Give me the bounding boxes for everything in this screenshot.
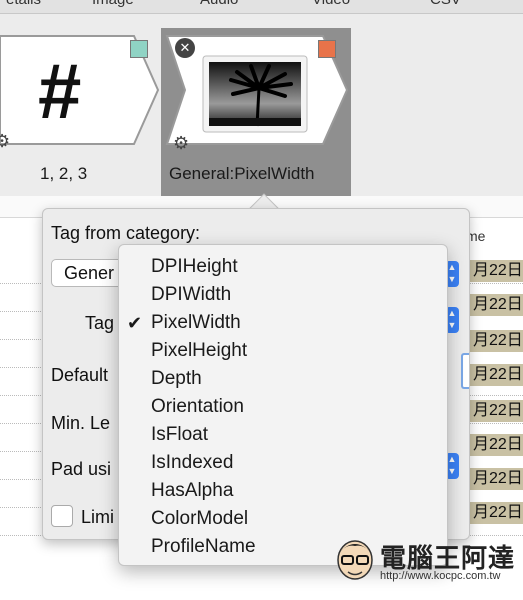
menu-item-label: Depth <box>151 368 202 389</box>
menu-item-label: ProfileName <box>151 536 256 557</box>
menu-item-pixelheight[interactable]: PixelHeight <box>119 337 447 365</box>
min-length-label: Min. Le <box>51 413 111 433</box>
color-chip[interactable] <box>318 40 336 58</box>
gear-icon[interactable]: ⚙ <box>0 132 10 150</box>
tag-dropdown-menu: DPIHeight DPIWidth ✔ PixelWidth PixelHeig… <box>118 244 448 566</box>
menu-item-label: DPIWidth <box>151 284 232 305</box>
menu-item-hasalpha[interactable]: HasAlpha <box>119 477 447 505</box>
menu-item-dpiwidth[interactable]: DPIWidth <box>119 281 447 309</box>
date-cell: 月22日 <box>470 364 523 386</box>
default-field[interactable] <box>461 353 469 389</box>
checkmark-icon: ✔ <box>127 313 143 333</box>
date-cell: 月22日 <box>470 260 523 282</box>
token-area: # ⚙ 1, 2, 3 ✕ ⚙ General:PixelWidth <box>0 14 523 204</box>
color-chip[interactable] <box>130 40 148 58</box>
menu-item-colormodel[interactable]: ColorModel <box>119 505 447 533</box>
menu-item-label: IsIndexed <box>151 452 234 473</box>
tag-label: Tag <box>85 313 115 333</box>
token-caption: General:PixelWidth <box>169 164 315 183</box>
tab-csv[interactable]: CSV <box>430 0 461 8</box>
date-cell: 月22日 <box>470 294 523 316</box>
limit-checkbox[interactable] <box>51 505 73 527</box>
menu-item-label: HasAlpha <box>151 480 234 501</box>
category-tab-strip: etails Image Audio Video CSV <box>0 0 523 14</box>
tab-video[interactable]: Video <box>312 0 350 8</box>
menu-item-isindexed[interactable]: IsIndexed <box>119 449 447 477</box>
tab-audio[interactable]: Audio <box>200 0 238 8</box>
close-icon[interactable]: ✕ <box>175 38 195 58</box>
tab-image[interactable]: Image <box>92 0 134 8</box>
date-cell: 月22日 <box>470 434 523 456</box>
date-cell: 月22日 <box>470 502 523 524</box>
default-label: Default <box>51 365 109 385</box>
menu-item-pixelwidth[interactable]: ✔ PixelWidth <box>119 309 447 337</box>
token-sequence[interactable]: # ⚙ 1, 2, 3 <box>0 14 160 196</box>
menu-item-label: ColorModel <box>151 508 249 529</box>
date-cell: 月22日 <box>470 400 523 422</box>
menu-item-depth[interactable]: Depth <box>119 365 447 393</box>
tab-details[interactable]: etails <box>6 0 41 8</box>
menu-item-label: DPIHeight <box>151 256 238 277</box>
watermark-url: http://www.kocpc.com.tw <box>380 570 501 582</box>
hash-symbol: # <box>38 47 82 135</box>
limit-label: Limi <box>81 507 115 527</box>
token-caption: 1, 2, 3 <box>40 164 88 183</box>
gear-icon[interactable]: ⚙ <box>173 134 189 152</box>
token-pixelwidth[interactable]: ✕ ⚙ General:PixelWidth <box>161 14 351 204</box>
date-cell: 月22日 <box>470 468 523 490</box>
menu-item-label: Orientation <box>151 396 244 417</box>
pad-using-label: Pad usi <box>51 459 112 479</box>
date-cell: 月22日 <box>470 330 523 352</box>
menu-item-dpiheight[interactable]: DPIHeight <box>119 253 447 281</box>
menu-item-label: PixelHeight <box>151 340 248 361</box>
menu-item-isfloat[interactable]: IsFloat <box>119 421 447 449</box>
menu-item-label: PixelWidth <box>151 312 241 333</box>
tag-from-category-label: Tag from category: <box>51 223 201 243</box>
watermark: 電腦王阿達 http://www.kocpc.com.tw <box>334 534 514 590</box>
menu-item-label: IsFloat <box>151 424 209 445</box>
mascot-icon <box>337 540 373 580</box>
menu-item-orientation[interactable]: Orientation <box>119 393 447 421</box>
